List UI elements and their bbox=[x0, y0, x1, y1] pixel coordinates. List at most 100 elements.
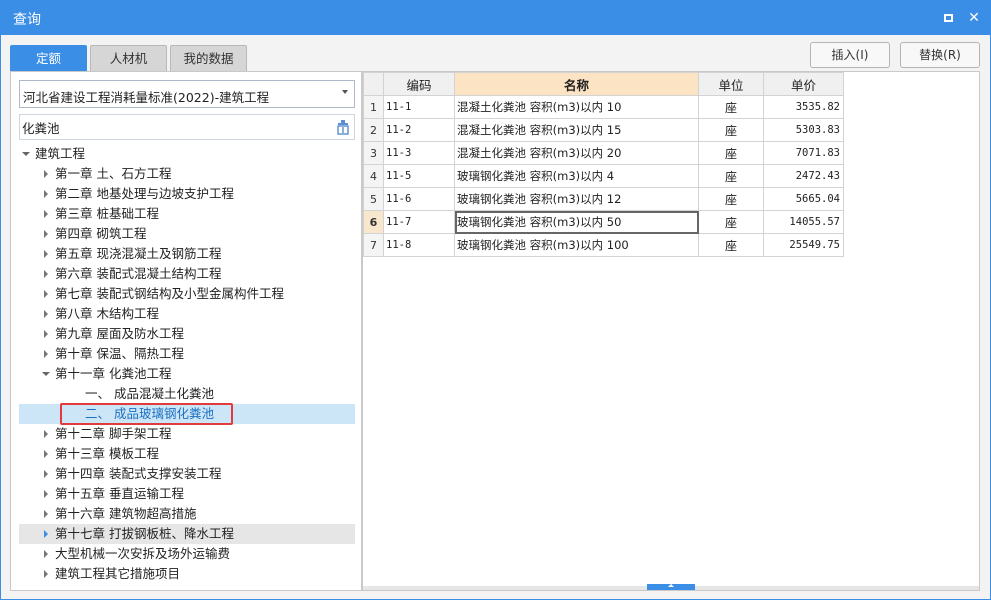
expand-arrow-icon[interactable] bbox=[41, 544, 51, 566]
tree-node[interactable]: 第四章 砌筑工程 bbox=[19, 224, 355, 244]
table-row[interactable]: 1 11-1 混凝土化粪池 容积(m3)以内 10 座 3535.82 bbox=[363, 95, 844, 119]
search-input[interactable] bbox=[22, 118, 322, 136]
table-row[interactable]: 4 11-5 玻璃钢化粪池 容积(m3)以内 4 座 2472.43 bbox=[363, 164, 844, 188]
tree-node[interactable]: 第二章 地基处理与边坡支护工程 bbox=[19, 184, 355, 204]
tab-quota[interactable]: 定额 bbox=[10, 45, 87, 71]
restore-icon[interactable] bbox=[939, 9, 957, 27]
price-cell[interactable]: 7071.83 bbox=[763, 141, 844, 165]
unit-cell[interactable]: 座 bbox=[698, 118, 764, 142]
tree-node[interactable]: 第七章 装配式钢结构及小型金属构件工程 bbox=[19, 284, 355, 304]
expand-arrow-icon[interactable] bbox=[41, 324, 51, 346]
name-cell[interactable]: 玻璃钢化粪池 容积(m3)以内 12 bbox=[454, 187, 699, 211]
tree-node[interactable]: 第十五章 垂直运输工程 bbox=[19, 484, 355, 504]
price-cell[interactable]: 5665.04 bbox=[763, 187, 844, 211]
unit-cell[interactable]: 座 bbox=[698, 233, 764, 257]
price-cell[interactable]: 14055.57 bbox=[763, 210, 844, 234]
unit-cell[interactable]: 座 bbox=[698, 187, 764, 211]
code-header[interactable]: 编码 bbox=[383, 72, 455, 96]
name-cell[interactable]: 混凝土化粪池 容积(m3)以内 15 bbox=[454, 118, 699, 142]
expand-arrow-icon[interactable] bbox=[41, 244, 51, 266]
expand-arrow-icon[interactable] bbox=[41, 524, 51, 546]
expand-arrow-icon[interactable] bbox=[41, 564, 51, 586]
tree-node[interactable]: 第十一章 化粪池工程 bbox=[19, 364, 355, 384]
expand-arrow-icon[interactable] bbox=[41, 184, 51, 206]
search-field[interactable] bbox=[19, 114, 355, 140]
name-cell[interactable]: 玻璃钢化粪池 容积(m3)以内 100 bbox=[454, 233, 699, 257]
row-index[interactable]: 1 bbox=[363, 95, 384, 119]
unit-cell[interactable]: 座 bbox=[698, 95, 764, 119]
tree-node[interactable]: 第十章 保温、隔热工程 bbox=[19, 344, 355, 364]
price-cell[interactable]: 5303.83 bbox=[763, 118, 844, 142]
name-header[interactable]: 名称 bbox=[454, 72, 699, 96]
insert-button[interactable]: 插入(I) bbox=[810, 42, 890, 68]
name-cell[interactable]: 玻璃钢化粪池 容积(m3)以内 4 bbox=[454, 164, 699, 188]
expand-arrow-icon[interactable] bbox=[41, 464, 51, 486]
library-dropdown[interactable]: 河北省建设工程消耗量标准(2022)-建筑工程 bbox=[19, 80, 355, 108]
close-icon[interactable]: ✕ bbox=[965, 9, 983, 27]
code-cell[interactable]: 11-8 bbox=[383, 233, 455, 257]
tree-node[interactable]: 第十三章 模板工程 bbox=[19, 444, 355, 464]
expand-arrow-icon[interactable] bbox=[41, 444, 51, 466]
price-header[interactable]: 单价 bbox=[763, 72, 844, 96]
expand-arrow-icon[interactable] bbox=[41, 424, 51, 446]
replace-button[interactable]: 替换(R) bbox=[900, 42, 980, 68]
unit-cell[interactable]: 座 bbox=[698, 164, 764, 188]
expand-arrow-icon[interactable] bbox=[41, 224, 51, 246]
name-cell[interactable]: 混凝土化粪池 容积(m3)以内 20 bbox=[454, 141, 699, 165]
name-cell[interactable]: 玻璃钢化粪池 容积(m3)以内 50 bbox=[454, 210, 699, 234]
price-cell[interactable]: 25549.75 bbox=[763, 233, 844, 257]
table-row[interactable]: 7 11-8 玻璃钢化粪池 容积(m3)以内 100 座 25549.75 bbox=[363, 233, 844, 257]
table-row[interactable]: 2 11-2 混凝土化粪池 容积(m3)以内 15 座 5303.83 bbox=[363, 118, 844, 142]
code-cell[interactable]: 11-6 bbox=[383, 187, 455, 211]
price-cell[interactable]: 2472.43 bbox=[763, 164, 844, 188]
expand-arrow-icon[interactable] bbox=[41, 284, 51, 306]
tree-node[interactable]: 大型机械一次安拆及场外运输费 bbox=[19, 544, 355, 564]
expand-arrow-icon[interactable] bbox=[41, 304, 51, 326]
expand-arrow-icon[interactable] bbox=[41, 344, 51, 366]
row-index[interactable]: 4 bbox=[363, 164, 384, 188]
table-row[interactable]: 5 11-6 玻璃钢化粪池 容积(m3)以内 12 座 5665.04 bbox=[363, 187, 844, 211]
tree-node[interactable]: 第十六章 建筑物超高措施 bbox=[19, 504, 355, 524]
code-cell[interactable]: 11-7 bbox=[383, 210, 455, 234]
expand-arrow-icon[interactable] bbox=[41, 504, 51, 526]
row-index[interactable]: 6 bbox=[363, 210, 384, 234]
tree-node[interactable]: 一、 成品混凝土化粪池 bbox=[19, 384, 355, 404]
tree-node[interactable]: 第六章 装配式混凝土结构工程 bbox=[19, 264, 355, 284]
code-cell[interactable]: 11-1 bbox=[383, 95, 455, 119]
expand-arrow-icon[interactable] bbox=[41, 264, 51, 286]
code-cell[interactable]: 11-3 bbox=[383, 141, 455, 165]
tree-node[interactable]: 第一章 土、石方工程 bbox=[19, 164, 355, 184]
row-index[interactable]: 3 bbox=[363, 141, 384, 165]
unit-cell[interactable]: 座 bbox=[698, 210, 764, 234]
tree-node[interactable]: 建筑工程 bbox=[19, 144, 355, 164]
expand-arrow-icon[interactable] bbox=[41, 204, 51, 226]
expand-arrow-icon[interactable] bbox=[41, 164, 51, 186]
tree-node[interactable]: 建筑工程其它措施项目 bbox=[19, 564, 355, 584]
tree-node[interactable]: 第十二章 脚手架工程 bbox=[19, 424, 355, 444]
tree-node[interactable]: 第十七章 打拔钢板桩、降水工程 bbox=[19, 524, 355, 544]
filter-icon[interactable] bbox=[336, 119, 350, 135]
tree-node[interactable]: 第五章 现浇混凝土及钢筋工程 bbox=[19, 244, 355, 264]
code-cell[interactable]: 11-5 bbox=[383, 164, 455, 188]
tree-node[interactable]: 第九章 屋面及防水工程 bbox=[19, 324, 355, 344]
tree-node[interactable]: 第十四章 装配式支撑安装工程 bbox=[19, 464, 355, 484]
collapse-arrow-icon[interactable] bbox=[41, 364, 51, 384]
panel-collapse-handle[interactable] bbox=[647, 584, 695, 590]
table-row[interactable]: 6 11-7 玻璃钢化粪池 容积(m3)以内 50 座 14055.57 bbox=[363, 210, 844, 234]
collapse-arrow-icon[interactable] bbox=[21, 144, 31, 164]
row-index[interactable]: 5 bbox=[363, 187, 384, 211]
tab-my-data[interactable]: 我的数据 bbox=[170, 45, 247, 71]
unit-cell[interactable]: 座 bbox=[698, 141, 764, 165]
code-cell[interactable]: 11-2 bbox=[383, 118, 455, 142]
title-bar[interactable]: 查询 ✕ bbox=[1, 1, 990, 35]
name-cell[interactable]: 混凝土化粪池 容积(m3)以内 10 bbox=[454, 95, 699, 119]
row-index[interactable]: 7 bbox=[363, 233, 384, 257]
tab-materials[interactable]: 人材机 bbox=[90, 45, 167, 71]
tree-node[interactable]: 第八章 木结构工程 bbox=[19, 304, 355, 324]
price-cell[interactable]: 3535.82 bbox=[763, 95, 844, 119]
tree-node[interactable]: 第三章 桩基础工程 bbox=[19, 204, 355, 224]
unit-header[interactable]: 单位 bbox=[698, 72, 764, 96]
row-index[interactable]: 2 bbox=[363, 118, 384, 142]
table-row[interactable]: 3 11-3 混凝土化粪池 容积(m3)以内 20 座 7071.83 bbox=[363, 141, 844, 165]
expand-arrow-icon[interactable] bbox=[41, 484, 51, 506]
